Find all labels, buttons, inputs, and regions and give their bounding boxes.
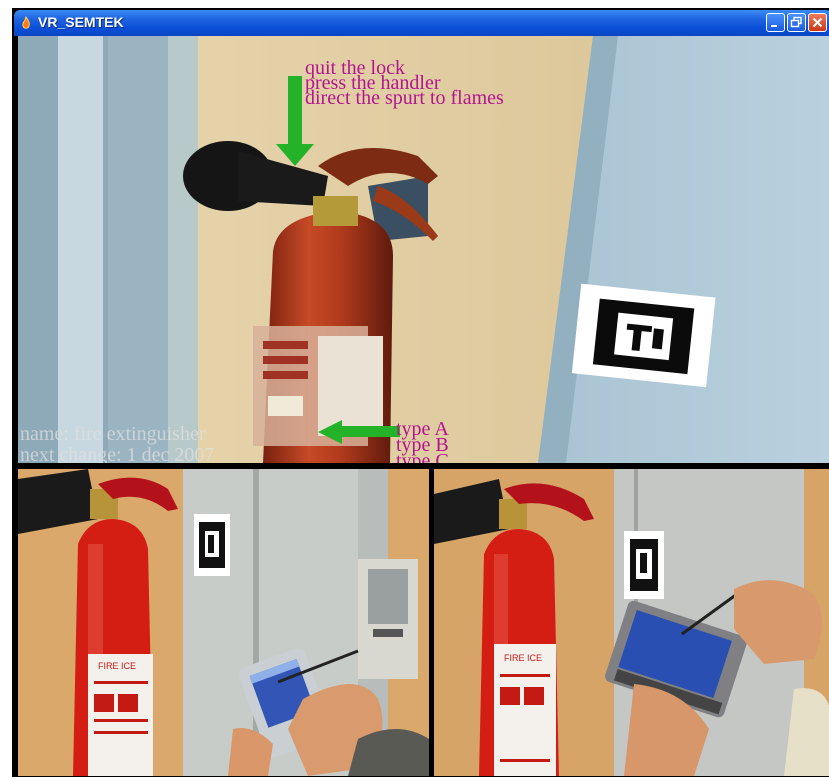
photo-pda: FIRE ICE	[18, 469, 429, 776]
pda-landscape-scene: FIRE ICE	[434, 469, 829, 776]
label-brand-2: FIRE ICE	[504, 653, 542, 663]
minimize-icon[interactable]	[766, 13, 785, 32]
title-bar[interactable]: VR_SEMTEK	[14, 10, 829, 36]
close-icon[interactable]	[808, 13, 827, 32]
photo-pda-landscape: FIRE ICE	[434, 469, 829, 776]
info-name: name: fire extinguisher	[20, 423, 206, 445]
restore-icon[interactable]	[787, 13, 806, 32]
label-brand: FIRE ICE	[98, 661, 136, 671]
ar-video-view: quit the lock press the handler direct t…	[18, 36, 829, 463]
pda-scene: FIRE ICE	[18, 469, 429, 776]
ar-marker	[571, 283, 716, 388]
app-icon	[20, 15, 32, 30]
type-c-label: type C	[396, 450, 449, 463]
info-next-change: next change: 1 dec 2007	[20, 444, 215, 463]
instruction-3: direct the spurt to flames	[305, 87, 504, 109]
window-title: VR_SEMTEK	[38, 14, 124, 30]
